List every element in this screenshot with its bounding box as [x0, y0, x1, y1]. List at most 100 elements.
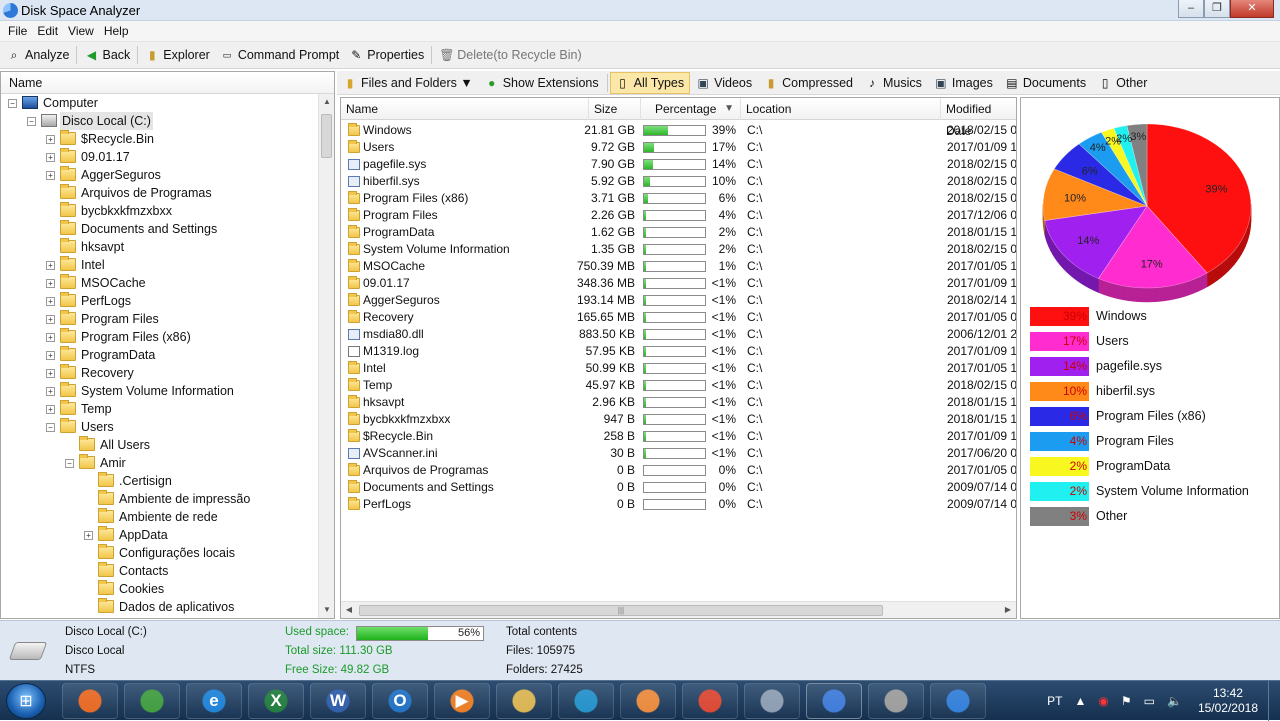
column-modified[interactable]: Modified Date	[941, 98, 1016, 120]
properties-button[interactable]: ✎Properties	[344, 44, 429, 67]
file-row[interactable]: AggerSeguros193.14 MB<1%C:\2018/02/14 15	[341, 292, 1016, 309]
list-hscrollbar[interactable]: ◀ ||| ▶	[341, 601, 1016, 618]
expand-icon[interactable]: +	[46, 171, 55, 180]
file-row[interactable]: PerfLogs0 B0%C:\2009/07/14 01	[341, 496, 1016, 513]
tree-item[interactable]: +Program Files	[1, 310, 319, 328]
file-row[interactable]: Program Files2.26 GB4%C:\2017/12/06 08	[341, 207, 1016, 224]
tree-item[interactable]: −Amir	[1, 454, 319, 472]
upload-icon[interactable]	[930, 683, 986, 719]
files-folders-dropdown[interactable]: ▮Files and Folders ▼	[337, 72, 479, 94]
file-row[interactable]: AVScanner.ini30 B<1%C:\2017/06/20 09	[341, 445, 1016, 462]
command-prompt-button[interactable]: ▭Command Prompt	[215, 44, 344, 67]
network-icon[interactable]: ▭	[1144, 694, 1155, 708]
file-row[interactable]: System Volume Information1.35 GB2%C:\201…	[341, 241, 1016, 258]
volume-icon[interactable]: 🔈	[1167, 694, 1182, 708]
expand-icon[interactable]: +	[46, 369, 55, 378]
file-row[interactable]: Intel50.99 KB<1%C:\2017/01/05 11	[341, 360, 1016, 377]
tree-item[interactable]: All Users	[1, 436, 319, 454]
column-name[interactable]: Name	[341, 98, 589, 120]
file-row[interactable]: msdia80.dll883.50 KB<1%C:\2006/12/01 23	[341, 326, 1016, 343]
maximize-button[interactable]: ❐	[1204, 0, 1230, 18]
file-row[interactable]: M1319.log57.95 KB<1%C:\2017/01/09 11	[341, 343, 1016, 360]
analyze-button[interactable]: ⌕Analyze	[2, 44, 74, 67]
file-row[interactable]: Program Files (x86)3.71 GB6%C:\2018/02/1…	[341, 190, 1016, 207]
file-row[interactable]: $Recycle.Bin258 B<1%C:\2017/01/09 10	[341, 428, 1016, 445]
file-row[interactable]: ProgramData1.62 GB2%C:\2018/01/15 14	[341, 224, 1016, 241]
tree-item[interactable]: +Intel	[1, 256, 319, 274]
hscroll-thumb[interactable]: |||	[359, 605, 883, 616]
tree-item[interactable]: .Certisign	[1, 472, 319, 490]
images-filter[interactable]: ▣Images	[928, 72, 999, 94]
explorer-button[interactable]: ▮Explorer	[140, 44, 215, 67]
tree-item[interactable]: Dados de aplicativos	[1, 598, 319, 616]
office-icon[interactable]	[682, 683, 738, 719]
tree-scrollbar[interactable]: ▲ ▼	[318, 94, 334, 618]
tree-item[interactable]: Configurações locais	[1, 544, 319, 562]
delete-button[interactable]: 🗑Delete(to Recycle Bin)	[434, 44, 586, 67]
tree-item[interactable]: +AggerSeguros	[1, 166, 319, 184]
tree-item[interactable]: Ambiente de impressão	[1, 490, 319, 508]
excel-icon[interactable]: X	[248, 683, 304, 719]
menu-help[interactable]: Help	[99, 21, 134, 41]
expand-icon[interactable]: +	[46, 333, 55, 342]
expand-icon[interactable]: +	[46, 387, 55, 396]
menu-view[interactable]: View	[63, 21, 99, 41]
file-row[interactable]: Arquivos de Programas0 B0%C:\2017/01/05 …	[341, 462, 1016, 479]
close-button[interactable]: ✕	[1230, 0, 1274, 18]
back-button[interactable]: ◀Back	[79, 44, 135, 67]
file-row[interactable]: pagefile.sys7.90 GB14%C:\2018/02/15 08	[341, 156, 1016, 173]
tree-item[interactable]: −Users	[1, 418, 319, 436]
tree-item[interactable]: bycbkxkfmzxbxx	[1, 202, 319, 220]
chrome-icon[interactable]	[124, 683, 180, 719]
file-row[interactable]: hiberfil.sys5.92 GB10%C:\2018/02/15 08	[341, 173, 1016, 190]
file-row[interactable]: Temp45.97 KB<1%C:\2018/02/15 08	[341, 377, 1016, 394]
file-row[interactable]: MSOCache750.39 MB1%C:\2017/01/05 17	[341, 258, 1016, 275]
minimize-button[interactable]: ‒	[1178, 0, 1204, 18]
tree-item[interactable]: Arquivos de Programas	[1, 184, 319, 202]
tree-item[interactable]: +$Recycle.Bin	[1, 130, 319, 148]
expand-icon[interactable]: +	[46, 153, 55, 162]
file-row[interactable]: hksavpt2.96 KB<1%C:\2018/01/15 14	[341, 394, 1016, 411]
teamviewer-icon[interactable]	[558, 683, 614, 719]
scroll-up-arrow-icon[interactable]: ▲	[319, 94, 335, 110]
column-percentage[interactable]: Percentage▼	[641, 98, 741, 120]
tree-item[interactable]: Documents and Settings	[1, 220, 319, 238]
tree-item[interactable]: +Temp	[1, 400, 319, 418]
tree-item[interactable]: +PerfLogs	[1, 292, 319, 310]
tree-item[interactable]: +ProgramData	[1, 346, 319, 364]
file-row[interactable]: Windows21.81 GB39%C:\2018/02/15 09	[341, 122, 1016, 139]
antivirus-icon[interactable]: ◉	[1098, 694, 1108, 708]
expand-icon[interactable]: +	[46, 261, 55, 270]
firefox-icon[interactable]	[62, 683, 118, 719]
tree-item[interactable]: +AppData	[1, 526, 319, 544]
musics-filter[interactable]: ♪Musics	[859, 72, 928, 94]
expand-icon[interactable]: +	[46, 315, 55, 324]
tree-item[interactable]: +Recovery	[1, 364, 319, 382]
file-row[interactable]: bycbkxkfmzxbxx947 B<1%C:\2018/01/15 14	[341, 411, 1016, 428]
tree-item[interactable]: +MSOCache	[1, 274, 319, 292]
clock[interactable]: 13:4215/02/2018	[1198, 686, 1258, 716]
scroll-thumb[interactable]	[321, 114, 332, 158]
collapse-icon[interactable]: −	[8, 99, 17, 108]
other-filter[interactable]: ▯Other	[1092, 72, 1153, 94]
app-icon[interactable]	[620, 683, 676, 719]
tree-item[interactable]: Contacts	[1, 562, 319, 580]
collapse-icon[interactable]: −	[46, 423, 55, 432]
disk-analyzer-icon[interactable]	[806, 683, 862, 719]
file-row[interactable]: 09.01.17348.36 MB<1%C:\2017/01/09 10	[341, 275, 1016, 292]
show-desktop-button[interactable]	[1268, 681, 1280, 721]
expand-icon[interactable]: +	[84, 531, 93, 540]
expand-icon[interactable]: +	[46, 279, 55, 288]
tree-item[interactable]: +System Volume Information	[1, 382, 319, 400]
videos-filter[interactable]: ▣Videos	[690, 72, 758, 94]
expand-icon[interactable]: +	[46, 297, 55, 306]
collapse-icon[interactable]: −	[27, 117, 36, 126]
scroll-left-arrow-icon[interactable]: ◀	[341, 602, 357, 618]
scroll-right-arrow-icon[interactable]: ▶	[1000, 602, 1016, 618]
all-types-filter[interactable]: ▯All Types	[610, 72, 691, 94]
ie-icon[interactable]: e	[186, 683, 242, 719]
tree-item[interactable]: Cookies	[1, 580, 319, 598]
file-row[interactable]: Users9.72 GB17%C:\2017/01/09 10	[341, 139, 1016, 156]
window-icon[interactable]	[744, 683, 800, 719]
tree-item[interactable]: Ambiente de rede	[1, 508, 319, 526]
